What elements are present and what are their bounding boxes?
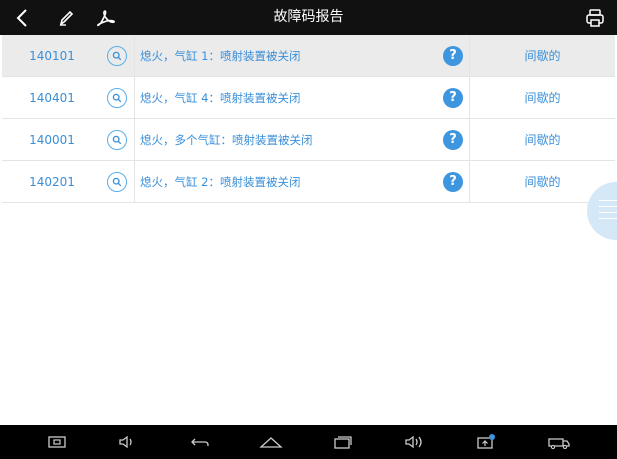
dtc-description: 熄火，气缸 1：喷射装置被关闭 (140, 49, 301, 63)
volume-up-icon[interactable] (397, 425, 431, 459)
table-row[interactable]: 140101 熄火，气缸 1：喷射装置被关闭 ? 间歇的 (2, 35, 615, 77)
vehicle-icon[interactable] (542, 425, 576, 459)
pdf-icon[interactable] (86, 0, 126, 35)
search-icon[interactable] (107, 130, 127, 150)
dtc-code: 140201 (29, 175, 75, 189)
system-nav-bar (0, 425, 617, 459)
printer-icon[interactable] (575, 0, 615, 35)
search-icon[interactable] (107, 88, 127, 108)
volume-down-icon[interactable] (110, 425, 144, 459)
screenshot-icon[interactable] (40, 425, 74, 459)
dtc-status: 间歇的 (524, 91, 561, 105)
table-row[interactable]: 140001 熄火，多个气缸：喷射装置被关闭 ? 间歇的 (2, 119, 615, 161)
dtc-code: 140101 (29, 49, 75, 63)
dtc-description: 熄火，气缸 2：喷射装置被关闭 (140, 175, 301, 189)
nav-back-icon[interactable] (183, 425, 217, 459)
dtc-code: 140001 (29, 133, 75, 147)
table-row[interactable]: 140401 熄火，气缸 4：喷射装置被关闭 ? 间歇的 (2, 77, 615, 119)
top-app-bar: 故障码报告 (0, 0, 617, 35)
home-icon[interactable] (254, 425, 288, 459)
back-arrow-icon[interactable] (2, 0, 42, 35)
help-circle-icon[interactable]: ? (443, 46, 463, 66)
search-icon[interactable] (107, 46, 127, 66)
pen-icon[interactable] (46, 0, 86, 35)
dtc-description: 熄火，多个气缸：喷射装置被关闭 (140, 133, 313, 147)
table-row[interactable]: 140201 熄火，气缸 2：喷射装置被关闭 ? 间歇的 (2, 161, 615, 203)
recent-apps-icon[interactable] (326, 425, 360, 459)
dtc-description: 熄火，气缸 4：喷射装置被关闭 (140, 91, 301, 105)
dtc-code: 140401 (29, 91, 75, 105)
help-circle-icon[interactable]: ? (443, 88, 463, 108)
dtc-report-list: 140101 熄火，气缸 1：喷射装置被关闭 ? 间歇的 140401 熄火，气… (0, 35, 617, 425)
dtc-status: 间歇的 (524, 133, 561, 147)
help-circle-icon[interactable]: ? (443, 172, 463, 192)
app-badge-icon[interactable] (469, 425, 503, 459)
help-circle-icon[interactable]: ? (443, 130, 463, 150)
search-icon[interactable] (107, 172, 127, 192)
dtc-status: 间歇的 (524, 49, 561, 63)
